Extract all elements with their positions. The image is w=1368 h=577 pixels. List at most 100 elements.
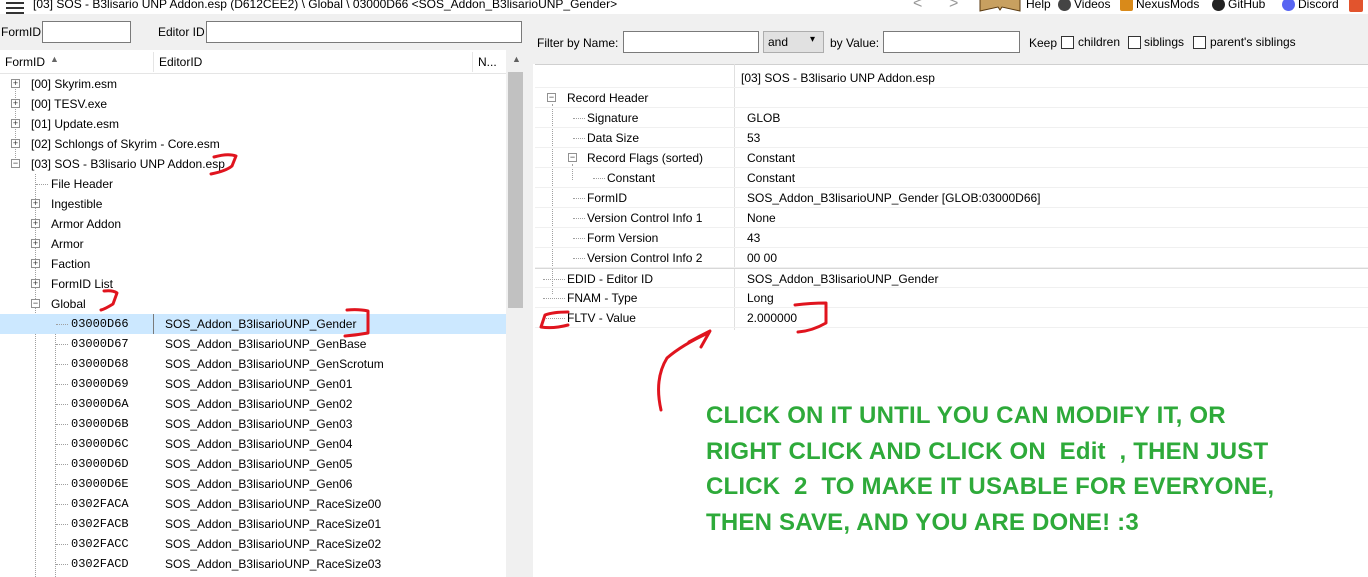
instruction-annotation: CLICK ON IT UNTIL YOU CAN MODIFY IT, OR … xyxy=(706,398,1346,540)
table-row[interactable]: 03000D67 SOS_Addon_B3lisarioUNP_GenBase xyxy=(0,334,506,354)
record-field-row[interactable]: Constant Constant xyxy=(535,168,1368,188)
pane-splitter[interactable] xyxy=(527,14,533,577)
record-field-row[interactable]: − Record Header xyxy=(535,88,1368,108)
column-divider[interactable] xyxy=(472,52,473,72)
tree-node[interactable]: + [00] Skyrim.esm xyxy=(0,74,506,94)
scroll-up-arrow-icon[interactable]: ▲ xyxy=(512,54,521,64)
parents-siblings-checkbox[interactable] xyxy=(1193,35,1206,50)
left-filter-bar: FormID Editor ID xyxy=(0,14,527,50)
siblings-label: siblings xyxy=(1144,35,1185,49)
record-field-row[interactable]: − Record Flags (sorted) Constant xyxy=(535,148,1368,168)
tree-node[interactable]: + Ingestible xyxy=(0,194,506,214)
column-name[interactable]: N... xyxy=(478,55,497,69)
record-field-row[interactable]: Version Control Info 1 None xyxy=(535,208,1368,228)
nexusmods-link[interactable]: NexusMods xyxy=(1120,0,1199,11)
help-link[interactable]: Help xyxy=(1026,0,1051,11)
table-row[interactable]: 03000D6D SOS_Addon_B3lisarioUNP_Gen05 xyxy=(0,454,506,474)
chevron-down-icon: ▾ xyxy=(810,34,816,45)
tree-node[interactable]: + FormID List xyxy=(0,274,506,294)
record-field-row[interactable]: EDID - Editor ID SOS_Addon_B3lisarioUNP_G… xyxy=(535,268,1368,288)
tree-scrollbar-thumb[interactable] xyxy=(508,72,523,308)
table-row[interactable]: 0302FACB SOS_Addon_B3lisarioUNP_RaceSize0… xyxy=(0,514,506,534)
table-row[interactable]: 0302FACD SOS_Addon_B3lisarioUNP_RaceSize0… xyxy=(0,554,506,574)
tree-node[interactable]: File Header xyxy=(0,174,506,194)
sort-ascending-icon: ▲ xyxy=(50,54,59,64)
record-field-row[interactable]: Signature GLOB xyxy=(535,108,1368,128)
github-link[interactable]: GitHub xyxy=(1212,0,1265,11)
expand-icon[interactable]: + xyxy=(31,239,40,248)
tree-node[interactable]: + [01] Update.esm xyxy=(0,114,506,134)
github-label: GitHub xyxy=(1228,0,1266,11)
annotation-line: CLICK 2 TO MAKE IT USABLE FOR EVERYONE, xyxy=(706,473,1275,500)
record-field-row[interactable]: Form Version 43 xyxy=(535,228,1368,248)
operator-select[interactable]: and ▾ xyxy=(763,31,824,53)
record-field-row[interactable]: Version Control Info 2 00 00 xyxy=(535,248,1368,268)
table-row[interactable]: 03000D68 SOS_Addon_B3lisarioUNP_GenScrotu… xyxy=(0,354,506,374)
tree-node[interactable]: − [03] SOS - B3lisario UNP Addon.esp xyxy=(0,154,506,174)
expand-icon[interactable]: + xyxy=(11,139,20,148)
column-divider[interactable] xyxy=(153,52,154,72)
tree-node[interactable]: + Faction xyxy=(0,254,506,274)
tree-node[interactable]: + [00] TESV.exe xyxy=(0,94,506,114)
tree-node[interactable]: + Armor Addon xyxy=(0,214,506,234)
collapse-icon[interactable]: − xyxy=(547,93,556,102)
filter-by-value-input[interactable] xyxy=(883,31,1020,53)
discord-link[interactable]: Discord xyxy=(1282,0,1339,11)
videos-label: Videos xyxy=(1074,0,1111,11)
forward-button[interactable]: > xyxy=(949,0,958,13)
table-row[interactable]: 0302FACA SOS_Addon_B3lisarioUNP_RaceSize0… xyxy=(0,494,506,514)
title-bar: [03] SOS - B3lisario UNP Addon.esp (D612… xyxy=(0,0,1368,14)
column-editorid[interactable]: EditorID xyxy=(159,55,202,69)
annotation-line: THEN SAVE, AND YOU ARE DONE! :3 xyxy=(706,508,1139,536)
hamburger-menu-icon[interactable] xyxy=(6,0,24,14)
table-row[interactable]: 03000D6B SOS_Addon_B3lisarioUNP_Gen03 xyxy=(0,414,506,434)
children-label: children xyxy=(1078,35,1121,49)
table-row[interactable]: 03000D6A SOS_Addon_B3lisarioUNP_Gen02 xyxy=(0,394,506,414)
record-field-row[interactable]: Data Size 53 xyxy=(535,128,1368,148)
tree-node[interactable]: + [02] Schlongs of Skyrim - Core.esm xyxy=(0,134,506,154)
tree-node[interactable]: − Global xyxy=(0,294,506,314)
tree-column-header: FormID ▲ EditorID N... xyxy=(0,50,506,74)
record-field-fltv-value[interactable]: FLTV - Value 2.000000 xyxy=(535,308,1368,328)
videos-link[interactable]: Videos xyxy=(1058,0,1110,11)
expand-icon[interactable]: + xyxy=(31,259,40,268)
nexus-icon xyxy=(1120,0,1133,11)
siblings-checkbox[interactable] xyxy=(1128,35,1141,50)
collapse-icon[interactable]: − xyxy=(568,153,577,162)
collapse-icon[interactable]: − xyxy=(31,299,40,308)
table-row[interactable]: 0302FACC SOS_Addon_B3lisarioUNP_RaceSize0… xyxy=(0,534,506,554)
expand-icon[interactable]: + xyxy=(11,79,20,88)
patreon-icon[interactable] xyxy=(1349,0,1363,12)
filter-by-name-label: Filter by Name: xyxy=(537,36,619,50)
children-checkbox[interactable] xyxy=(1061,35,1074,50)
tree-node[interactable]: + Armor xyxy=(0,234,506,254)
editorid-filter-input[interactable] xyxy=(206,21,522,43)
filter-by-value-label: by Value: xyxy=(830,36,880,50)
expand-icon[interactable]: + xyxy=(31,279,40,288)
back-button[interactable]: < xyxy=(913,0,922,13)
annotation-line: RIGHT CLICK AND CLICK ON Edit , THEN JUS… xyxy=(706,437,1269,465)
window-title: [03] SOS - B3lisario UNP Addon.esp (D612… xyxy=(33,0,618,11)
operator-value: and xyxy=(768,35,789,49)
table-row[interactable]: 03000D6C SOS_Addon_B3lisarioUNP_Gen04 xyxy=(0,434,506,454)
table-row[interactable]: 03000D69 SOS_Addon_B3lisarioUNP_Gen01 xyxy=(0,374,506,394)
editorid-filter-label: Editor ID xyxy=(158,25,205,39)
discord-icon xyxy=(1282,0,1295,11)
expand-icon[interactable]: + xyxy=(11,99,20,108)
github-icon xyxy=(1212,0,1225,11)
formid-filter-input[interactable] xyxy=(42,21,131,43)
expand-icon[interactable]: + xyxy=(11,119,20,128)
column-formid[interactable]: FormID xyxy=(5,55,45,69)
nexusmods-label: NexusMods xyxy=(1136,0,1200,11)
record-field-row[interactable]: FormID SOS_Addon_B3lisarioUNP_Gender [GLO… xyxy=(535,188,1368,208)
expand-icon[interactable]: + xyxy=(31,199,40,208)
collapse-icon[interactable]: − xyxy=(11,159,20,168)
record-field-row[interactable]: FNAM - Type Long xyxy=(535,288,1368,308)
table-row[interactable]: 03000D6E SOS_Addon_B3lisarioUNP_Gen06 xyxy=(0,474,506,494)
filter-by-name-input[interactable] xyxy=(623,31,759,53)
discord-label: Discord xyxy=(1298,0,1339,11)
table-row-selected[interactable]: 03000D66 SOS_Addon_B3lisarioUNP_Gender xyxy=(0,314,506,334)
keep-label: Keep xyxy=(1029,36,1058,50)
parents-siblings-label: parent's siblings xyxy=(1210,35,1296,49)
expand-icon[interactable]: + xyxy=(31,219,40,228)
